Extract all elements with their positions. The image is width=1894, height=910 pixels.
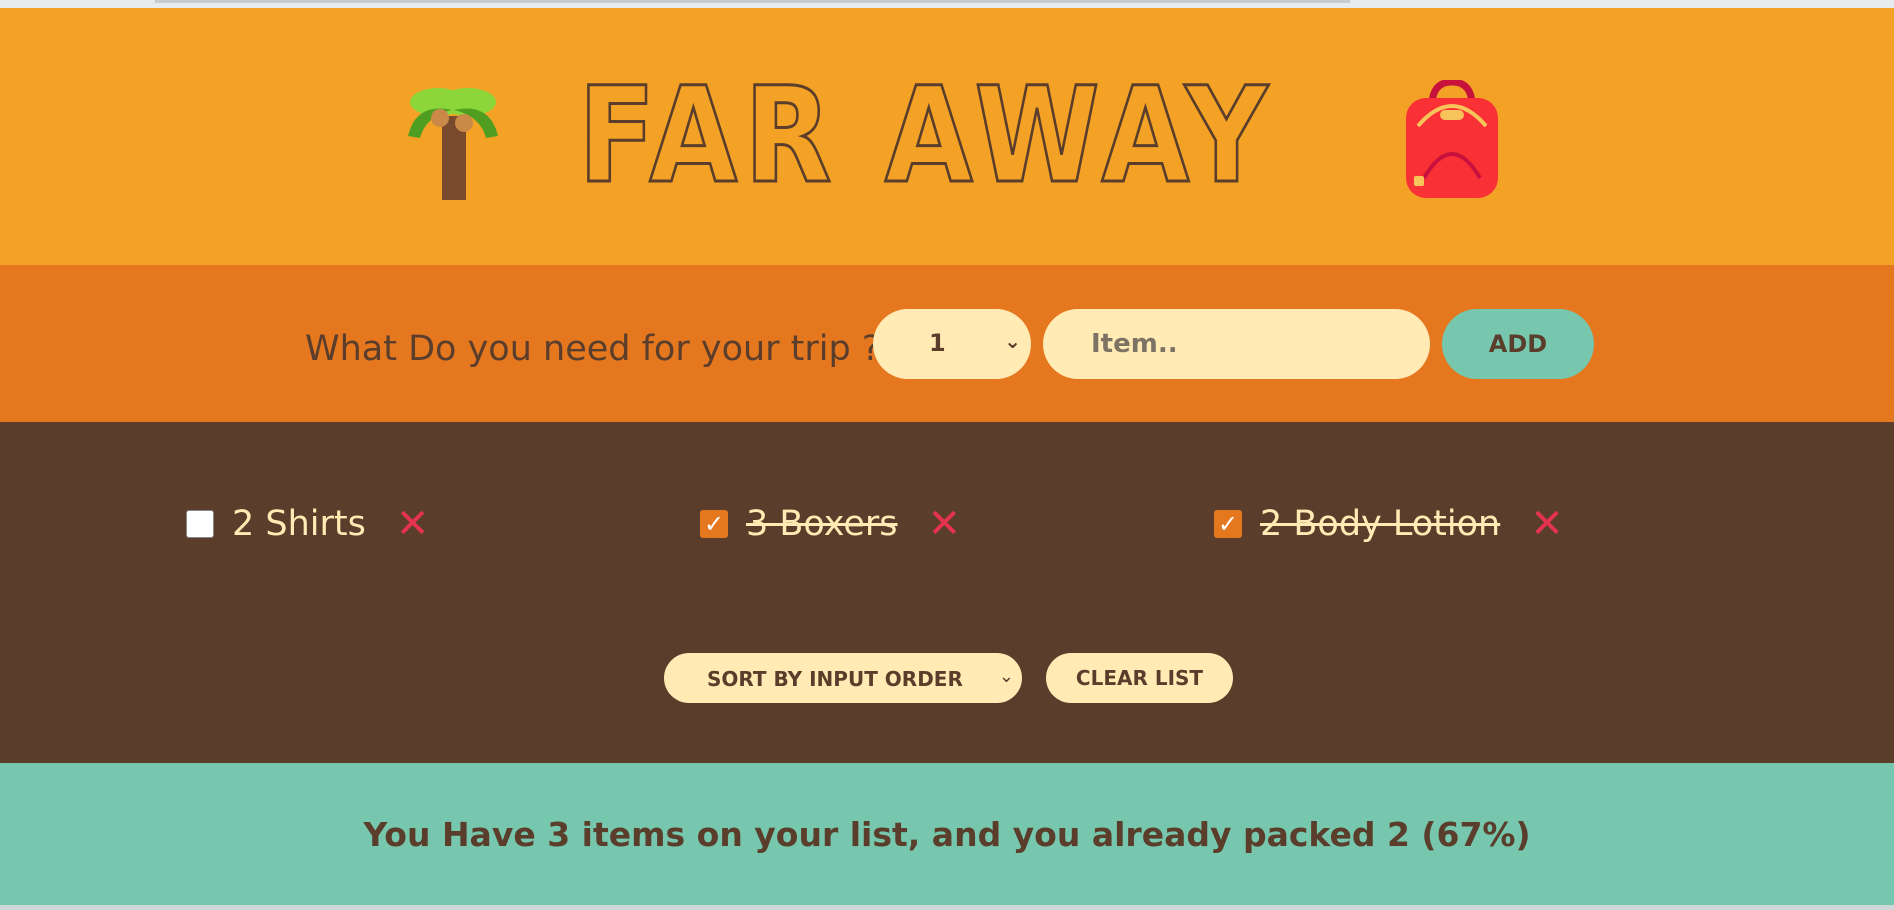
form-question: What Do you need for your trip ? — [305, 329, 881, 369]
list-item: 2 Shirts ✕ — [186, 504, 429, 544]
stats-text: You Have 3 items on your list, and you a… — [363, 815, 1531, 854]
item-label: 3 Boxers — [746, 504, 898, 544]
quantity-select[interactable]: 1 ⌄ — [873, 309, 1031, 379]
close-icon[interactable]: ✕ — [396, 504, 430, 544]
list-item: ✓ 3 Boxers ✕ — [700, 504, 961, 544]
packed-checkbox[interactable] — [186, 510, 214, 538]
app-title: FAR AWAY — [577, 69, 1338, 204]
chevron-down-icon: ⌄ — [1004, 329, 1021, 353]
palm-tree-icon — [408, 88, 498, 200]
browser-top-edge — [0, 0, 1894, 8]
stats-footer: You Have 3 items on your list, and you a… — [0, 763, 1894, 905]
app-header: FAR AWAY — [0, 8, 1894, 265]
sort-select[interactable]: SORT BY INPUT ORDER ⌄ — [664, 653, 1022, 703]
close-icon[interactable]: ✕ — [1530, 504, 1564, 544]
item-label: 2 Shirts — [232, 504, 366, 544]
sort-value: SORT BY INPUT ORDER — [707, 667, 963, 691]
item-input[interactable] — [1043, 309, 1430, 379]
quantity-value: 1 — [929, 329, 946, 357]
list-item: ✓ 2 Body Lotion ✕ — [1214, 504, 1564, 544]
chevron-down-icon: ⌄ — [998, 666, 1014, 687]
item-label: 2 Body Lotion — [1260, 504, 1501, 544]
packing-list: 2 Shirts ✕ ✓ 3 Boxers ✕ ✓ 2 Body Lotion … — [0, 422, 1894, 763]
packed-checkbox[interactable]: ✓ — [1214, 510, 1242, 538]
top-edge-bar — [155, 0, 1350, 3]
app-title-text: FAR AWAY — [577, 59, 1275, 213]
packed-checkbox[interactable]: ✓ — [700, 510, 728, 538]
backpack-icon — [1406, 80, 1498, 198]
clear-list-button[interactable]: CLEAR LIST — [1046, 653, 1233, 703]
far-away-app: FAR AWAY What Do you need for your trip … — [0, 8, 1894, 905]
add-button[interactable]: ADD — [1442, 309, 1594, 379]
close-icon[interactable]: ✕ — [928, 504, 962, 544]
